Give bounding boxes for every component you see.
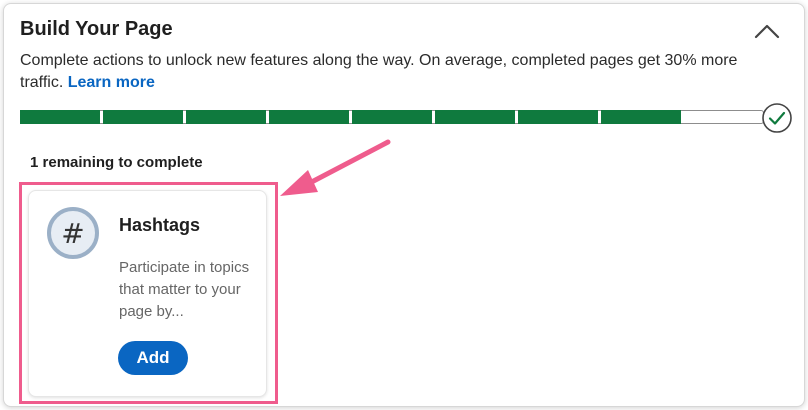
progress-segment [352, 110, 433, 124]
progress-segment [20, 110, 101, 124]
remaining-count: 1 remaining to complete [30, 154, 203, 171]
progress-bar [20, 110, 764, 124]
panel-description: Complete actions to unlock new features … [20, 50, 780, 94]
card-title: Hashtags [119, 215, 201, 235]
progress-segment [518, 110, 599, 124]
add-button[interactable]: Add [118, 341, 188, 375]
hashtag-icon: # [47, 207, 99, 259]
progress-segment [269, 110, 350, 124]
hashtags-card: # Hashtags Participate in topics that ma… [28, 190, 267, 397]
panel-title: Build Your Page [20, 18, 173, 40]
learn-more-link[interactable]: Learn more [68, 74, 155, 91]
card-description: Participate in topics that matter to you… [119, 259, 250, 320]
progress-segment [186, 110, 267, 124]
checkmark-circle-icon [762, 103, 792, 133]
chevron-up-icon[interactable] [752, 20, 782, 44]
progress-segment [435, 110, 516, 124]
progress-fill [20, 110, 682, 124]
progress-segment [103, 110, 184, 124]
pointer-arrow-icon [280, 139, 391, 196]
progress-segment [601, 110, 682, 124]
